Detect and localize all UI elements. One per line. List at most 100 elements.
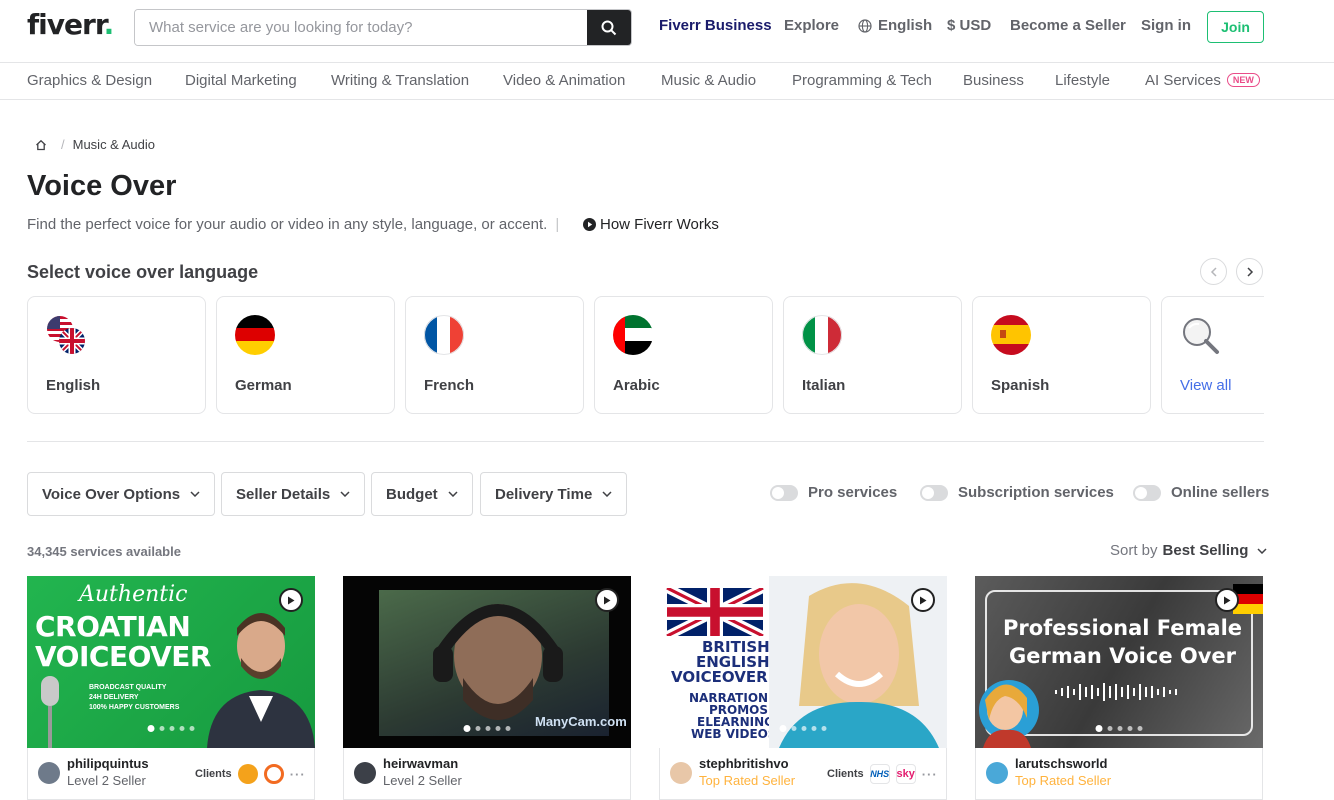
toggle-pro-services[interactable]: Pro services (770, 484, 897, 501)
toggle-switch[interactable] (1133, 484, 1161, 501)
carousel-next-button[interactable] (1236, 258, 1263, 285)
language-card-italian[interactable]: Italian (783, 296, 962, 414)
play-icon (1224, 596, 1231, 604)
nav-become-seller[interactable]: Become a Seller (1010, 17, 1126, 34)
language-name: Italian (802, 377, 846, 394)
uk-flag-image (664, 588, 766, 636)
filter-label: Budget (386, 485, 438, 503)
cartoon-avatar-image (979, 680, 1039, 748)
how-fiverr-works-link[interactable]: How Fiverr Works (583, 216, 719, 233)
gig-seller-info: philipquintus Level 2 Seller Clients ··· (27, 748, 315, 800)
search-input[interactable] (135, 10, 587, 45)
gig-card[interactable]: ManyCam.com heirwavman Level 2 Seller (343, 576, 631, 800)
filter-label: Voice Over Options (42, 485, 181, 503)
toggle-online-sellers[interactable]: Online sellers (1133, 484, 1269, 501)
search-button[interactable] (587, 10, 631, 45)
gig-thumbnail[interactable]: ManyCam.com (343, 576, 631, 748)
gig-card[interactable]: Professional Female German Voice Over la… (975, 576, 1263, 800)
results-count: 34,345 services available (27, 544, 181, 559)
category-ai-services[interactable]: AI Services NEW (1145, 72, 1260, 89)
gig-thumbnail[interactable]: Authentic CROATIAN VOICEOVER BROADCAST Q… (27, 576, 315, 748)
breadcrumb-current[interactable]: Music & Audio (73, 137, 155, 152)
clients-label: Clients (827, 768, 864, 780)
more-clients-icon[interactable]: ··· (290, 767, 306, 782)
category-digital-marketing[interactable]: Digital Marketing (185, 72, 297, 89)
avatar[interactable] (354, 762, 376, 784)
nav-currency[interactable]: $ USD (947, 17, 991, 34)
avatar[interactable] (670, 762, 692, 784)
carousel-dots (779, 725, 827, 732)
waveform-icon (1055, 683, 1177, 701)
join-button[interactable]: Join (1207, 11, 1264, 43)
seller-name[interactable]: philipquintus (67, 756, 149, 771)
language-card-german[interactable]: German (216, 296, 395, 414)
filter-seller-details[interactable]: Seller Details (221, 472, 366, 516)
play-video-button[interactable] (1215, 588, 1239, 612)
seller-name[interactable]: stephbritishvo (699, 756, 789, 771)
play-video-button[interactable] (595, 588, 619, 612)
subtitle-text: Find the perfect voice for your audio or… (27, 216, 548, 233)
magnifier-icon (1183, 318, 1219, 354)
gig-card[interactable]: BRITISH ENGLISH VOICEOVER NARRATION PROM… (659, 576, 947, 800)
fiverr-logo[interactable]: fiverr. (27, 8, 114, 41)
language-card-spanish[interactable]: Spanish (972, 296, 1151, 414)
gig-card[interactable]: Authentic CROATIAN VOICEOVER BROADCAST Q… (27, 576, 315, 800)
seller-level: Top Rated Seller (1015, 773, 1112, 788)
language-name: Arabic (613, 377, 660, 394)
play-circle-icon (583, 218, 596, 231)
thumb-text: German Voice Over (1009, 644, 1237, 668)
language-name: English (46, 377, 101, 394)
language-card-view-all[interactable]: View all (1161, 296, 1264, 414)
nav-language[interactable]: English (858, 17, 932, 34)
thumb-watermark: ManyCam.com (535, 714, 627, 729)
filter-label: Seller Details (236, 485, 331, 503)
carousel-prev-button[interactable] (1200, 258, 1227, 285)
language-name: Spanish (991, 377, 1050, 394)
toggle-switch[interactable] (770, 484, 798, 501)
thumb-text: Authentic (79, 582, 188, 607)
filter-budget[interactable]: Budget (371, 472, 473, 516)
toggle-switch[interactable] (920, 484, 948, 501)
toggle-subscription-services[interactable]: Subscription services (920, 484, 1114, 501)
category-business[interactable]: Business (963, 72, 1024, 89)
category-music-audio[interactable]: Music & Audio (661, 72, 756, 89)
filter-delivery-time[interactable]: Delivery Time (480, 472, 628, 516)
language-name: French (424, 377, 475, 394)
gig-thumbnail[interactable]: Professional Female German Voice Over (975, 576, 1263, 748)
breadcrumb-separator: / (61, 137, 65, 152)
language-card-french[interactable]: French (405, 296, 584, 414)
new-badge: NEW (1226, 73, 1260, 87)
play-video-button[interactable] (279, 588, 303, 612)
client-logo-icon (263, 764, 284, 784)
nav-fiverr-business[interactable]: Fiverr Business (659, 17, 772, 34)
nav-explore[interactable]: Explore (784, 17, 839, 34)
category-menu: Graphics & Design Digital Marketing Writ… (0, 63, 1334, 100)
language-carousel: English German French Arabic Italian Spa… (27, 296, 1264, 414)
language-card-arabic[interactable]: Arabic (594, 296, 773, 414)
category-programming-tech[interactable]: Programming & Tech (792, 72, 932, 89)
home-icon[interactable] (35, 139, 47, 151)
gig-seller-info: larutschsworld Top Rated Seller (975, 748, 1263, 800)
sort-value: Best Selling (1162, 542, 1249, 559)
globe-icon (858, 18, 872, 33)
view-all-link: View all (1180, 377, 1232, 394)
sort-dropdown[interactable]: Sort by Best Selling (1110, 542, 1267, 559)
filter-voice-over-options[interactable]: Voice Over Options (27, 472, 216, 516)
nav-sign-in[interactable]: Sign in (1141, 17, 1191, 34)
category-graphics-design[interactable]: Graphics & Design (27, 72, 152, 89)
chevron-right-icon (1246, 266, 1253, 277)
category-video-animation[interactable]: Video & Animation (503, 72, 625, 89)
spain-flag-icon (991, 315, 1031, 355)
play-video-button[interactable] (911, 588, 935, 612)
avatar[interactable] (986, 762, 1008, 784)
language-card-english[interactable]: English (27, 296, 206, 414)
seller-name[interactable]: heirwavman (383, 756, 458, 771)
thumb-text: CROATIAN (35, 610, 191, 643)
seller-name[interactable]: larutschsworld (1015, 756, 1107, 771)
gig-thumbnail[interactable]: BRITISH ENGLISH VOICEOVER NARRATION PROM… (659, 576, 947, 748)
category-ai-services-label: AI Services (1145, 72, 1221, 89)
more-clients-icon[interactable]: ··· (922, 767, 938, 782)
category-writing-translation[interactable]: Writing & Translation (331, 72, 469, 89)
avatar[interactable] (38, 762, 60, 784)
category-lifestyle[interactable]: Lifestyle (1055, 72, 1110, 89)
